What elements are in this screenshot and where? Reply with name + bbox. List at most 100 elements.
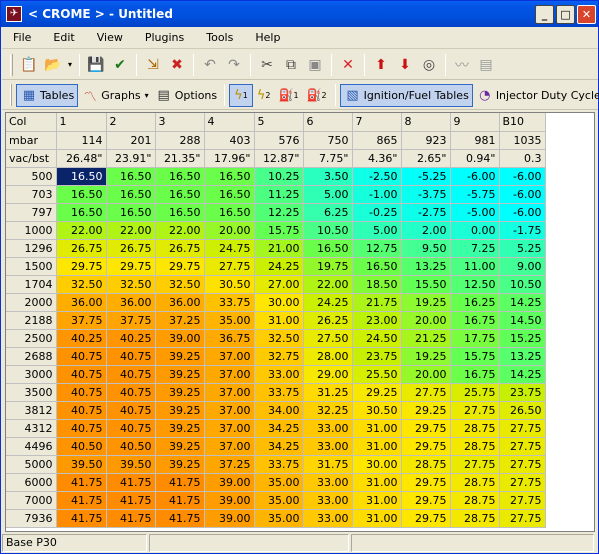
table-cell[interactable]: 19.75 bbox=[303, 257, 353, 276]
redo-icon[interactable]: ↷ bbox=[222, 54, 246, 76]
ignition-2-button[interactable]: ϟ2 bbox=[253, 84, 275, 107]
graph-line-icon[interactable]: 〰 bbox=[450, 54, 474, 76]
table-cell[interactable]: 3.50 bbox=[303, 167, 353, 186]
table-cell[interactable]: 31.00 bbox=[254, 311, 304, 330]
vac-bst-value[interactable]: 7.75" bbox=[303, 149, 353, 168]
table-cell[interactable]: 32.25 bbox=[303, 401, 353, 420]
table-cell[interactable]: 29.25 bbox=[401, 401, 451, 420]
table-cell[interactable]: 10.50 bbox=[499, 275, 546, 294]
table-cell[interactable]: 29.25 bbox=[352, 383, 402, 402]
table-cell[interactable]: 14.25 bbox=[499, 365, 546, 384]
arrow-down-icon[interactable]: ⬇ bbox=[393, 54, 417, 76]
table-cell[interactable]: 25.50 bbox=[352, 365, 402, 384]
vac-bst-value[interactable]: 4.36" bbox=[352, 149, 402, 168]
table-cell[interactable]: 32.50 bbox=[155, 275, 205, 294]
table-cell[interactable]: 21.25 bbox=[401, 329, 451, 348]
table-cell[interactable]: -6.00 bbox=[499, 185, 546, 204]
close-doc-icon[interactable]: ✖ bbox=[165, 54, 189, 76]
table-cell[interactable]: 16.50 bbox=[106, 203, 156, 222]
mbar-value[interactable]: 288 bbox=[155, 131, 205, 150]
table-cell[interactable]: 32.50 bbox=[106, 275, 156, 294]
table-cell[interactable]: 16.50 bbox=[204, 203, 255, 222]
arrow-up-icon[interactable]: ⬆ bbox=[369, 54, 393, 76]
vac-bst-value[interactable]: 0.3 bbox=[499, 149, 546, 168]
table-cell[interactable]: 16.75 bbox=[450, 365, 500, 384]
table-cell[interactable]: -0.25 bbox=[352, 203, 402, 222]
vac-bst-value[interactable]: 26.48" bbox=[56, 149, 107, 168]
rpm-row-header[interactable]: 2500 bbox=[6, 329, 57, 348]
table-cell[interactable]: 19.25 bbox=[401, 347, 451, 366]
table-cell[interactable]: 32.50 bbox=[56, 275, 107, 294]
undo-icon[interactable]: ↶ bbox=[198, 54, 222, 76]
table-cell[interactable]: 39.00 bbox=[155, 329, 205, 348]
table-cell[interactable]: 37.00 bbox=[204, 365, 255, 384]
table-cell[interactable]: 16.50 bbox=[352, 257, 402, 276]
target-icon[interactable]: ◎ bbox=[417, 54, 441, 76]
table-cell[interactable]: 28.75 bbox=[450, 473, 500, 492]
table-cell[interactable]: 39.50 bbox=[56, 455, 107, 474]
table-cell[interactable]: 22.00 bbox=[303, 275, 353, 294]
rpm-row-header[interactable]: 5000 bbox=[6, 455, 57, 474]
table-cell[interactable]: 12.50 bbox=[450, 275, 500, 294]
table-cell[interactable]: 37.25 bbox=[204, 455, 255, 474]
table-cell[interactable]: 25.75 bbox=[450, 383, 500, 402]
table-cell[interactable]: 39.25 bbox=[155, 383, 205, 402]
mbar-value[interactable]: 865 bbox=[352, 131, 402, 150]
mbar-value[interactable]: 750 bbox=[303, 131, 353, 150]
rpm-row-header[interactable]: 797 bbox=[6, 203, 57, 222]
import-icon[interactable]: ⇲ bbox=[141, 54, 165, 76]
table-cell[interactable]: 40.50 bbox=[106, 437, 156, 456]
table-cell[interactable]: 26.25 bbox=[303, 311, 353, 330]
menu-plugins[interactable]: Plugins bbox=[134, 28, 195, 48]
rpm-row-header[interactable]: 4496 bbox=[6, 437, 57, 456]
table-cell[interactable]: -6.00 bbox=[499, 167, 546, 186]
table-cell[interactable]: 40.75 bbox=[56, 365, 107, 384]
table-cell[interactable]: 41.75 bbox=[155, 509, 205, 528]
table-cell[interactable]: 15.50 bbox=[401, 275, 451, 294]
table-cell[interactable]: 27.75 bbox=[450, 455, 500, 474]
table-cell[interactable]: 37.00 bbox=[204, 401, 255, 420]
table-cell[interactable]: 29.75 bbox=[155, 257, 205, 276]
table-cell[interactable]: 15.75 bbox=[450, 347, 500, 366]
table-cell[interactable]: 28.75 bbox=[450, 509, 500, 528]
clipboard-icon[interactable]: 📋 bbox=[17, 54, 41, 76]
table-cell[interactable]: 16.50 bbox=[56, 185, 107, 204]
table-cell[interactable]: -5.25 bbox=[401, 167, 451, 186]
table-cell[interactable]: 37.00 bbox=[204, 347, 255, 366]
table-cell[interactable]: 15.75 bbox=[254, 221, 304, 240]
table-cell[interactable]: 27.50 bbox=[303, 329, 353, 348]
close-button[interactable]: ✕ bbox=[577, 4, 596, 24]
table-cell[interactable]: 11.00 bbox=[450, 257, 500, 276]
table-cell[interactable]: 28.75 bbox=[450, 491, 500, 510]
table-cell[interactable]: 23.75 bbox=[352, 347, 402, 366]
table-cell[interactable]: -6.00 bbox=[450, 167, 500, 186]
table-cell[interactable]: 30.00 bbox=[254, 293, 304, 312]
column-header[interactable]: 1 bbox=[56, 113, 107, 132]
table-cell[interactable]: 24.50 bbox=[352, 329, 402, 348]
vac-bst-value[interactable]: 17.96" bbox=[204, 149, 255, 168]
table-cell[interactable]: 33.00 bbox=[303, 509, 353, 528]
table-cell[interactable]: 39.25 bbox=[155, 437, 205, 456]
table-cell[interactable]: 31.00 bbox=[352, 473, 402, 492]
table-cell[interactable]: 34.25 bbox=[254, 419, 304, 438]
table-cell[interactable]: 9.00 bbox=[499, 257, 546, 276]
table-cell[interactable]: 28.75 bbox=[450, 419, 500, 438]
rpm-row-header[interactable]: 3500 bbox=[6, 383, 57, 402]
table-cell[interactable]: 21.75 bbox=[352, 293, 402, 312]
table-cell[interactable]: -5.75 bbox=[450, 185, 500, 204]
mbar-value[interactable]: 114 bbox=[56, 131, 107, 150]
rpm-row-header[interactable]: 500 bbox=[6, 167, 57, 186]
table-cell[interactable]: 29.75 bbox=[401, 509, 451, 528]
table-cell[interactable]: 39.00 bbox=[204, 509, 255, 528]
rpm-row-header[interactable]: 2000 bbox=[6, 293, 57, 312]
table-cell[interactable]: 39.25 bbox=[155, 401, 205, 420]
table-cell[interactable]: 41.75 bbox=[56, 473, 107, 492]
table-cell[interactable]: 36.00 bbox=[106, 293, 156, 312]
table-cell[interactable]: 32.50 bbox=[254, 329, 304, 348]
mbar-value[interactable]: 576 bbox=[254, 131, 304, 150]
table-cell[interactable]: 40.75 bbox=[106, 383, 156, 402]
table-cell[interactable]: 12.75 bbox=[352, 239, 402, 258]
table-cell[interactable]: 26.75 bbox=[56, 239, 107, 258]
graphs-button[interactable]: 〽 Graphs ▾ bbox=[78, 84, 152, 107]
column-header[interactable]: 3 bbox=[155, 113, 205, 132]
